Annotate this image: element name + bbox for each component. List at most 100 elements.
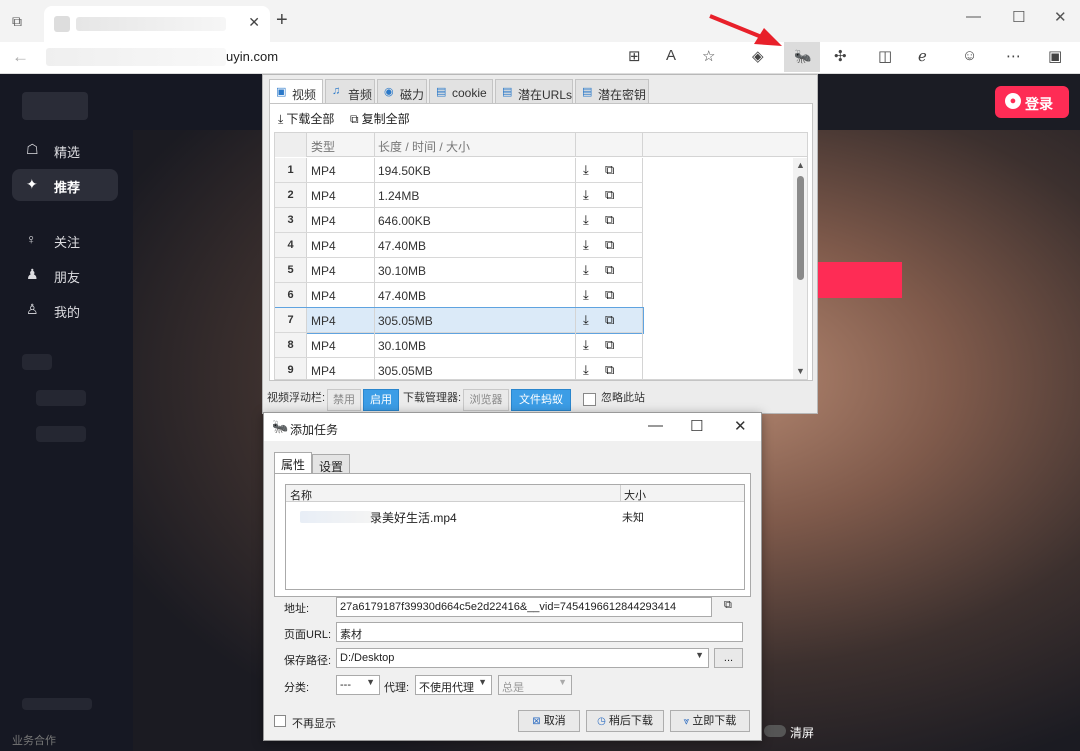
ignore-site-checkbox[interactable] <box>583 393 596 406</box>
download-icon[interactable]: ⤓ <box>583 312 589 328</box>
apps-icon[interactable]: ⊞ <box>628 47 641 65</box>
read-aloud-icon[interactable]: A <box>666 47 676 64</box>
business-link[interactable]: 业务合作 <box>12 732 56 748</box>
download-icon[interactable]: ⤓ <box>583 162 589 178</box>
download-icon[interactable]: ⤓ <box>583 212 589 228</box>
nav-item-friends[interactable]: ♟ 朋友 <box>12 259 118 291</box>
col-type[interactable]: 类型 <box>311 138 335 155</box>
proxy-mode-select[interactable]: 总是 ▼ <box>498 675 572 695</box>
table-row[interactable]: 2 MP4 1.24MB ⤓ ⧉ <box>275 183 643 208</box>
back-icon[interactable]: ← <box>12 47 29 67</box>
col-divider <box>642 183 643 207</box>
table-row[interactable]: 6 MP4 47.40MB ⤓ ⧉ <box>275 283 643 308</box>
ant-extension-button[interactable]: 🐜 <box>784 42 820 72</box>
file-ant-button[interactable]: 文件蚂蚁 <box>511 389 571 411</box>
copy-icon[interactable]: ⧉ <box>605 162 614 178</box>
copy-icon[interactable]: ⧉ <box>605 187 614 203</box>
browser-tab[interactable]: ✕ <box>44 6 270 42</box>
sidebar-toggle-icon[interactable]: ▣ <box>1048 47 1062 65</box>
url-blurred <box>46 48 226 66</box>
table-scrollbar[interactable]: ▲ ▼ <box>793 158 807 379</box>
copy-icon[interactable]: ⧉ <box>605 212 614 228</box>
maximize-icon[interactable]: ☐ <box>1012 8 1025 26</box>
download-icon[interactable]: ⤓ <box>583 337 589 353</box>
url-text[interactable]: uyin.com <box>226 49 278 64</box>
browser-button[interactable]: 浏览器 <box>463 389 509 411</box>
more-icon[interactable]: ⋯ <box>1006 47 1021 65</box>
copy-icon[interactable]: ⧉ <box>605 337 614 353</box>
table-row[interactable]: 8 MP4 30.10MB ⤓ ⧉ <box>275 333 643 358</box>
close-tab-icon[interactable]: ✕ <box>248 14 260 31</box>
enable-button[interactable]: 启用 <box>363 389 399 411</box>
maximize-icon[interactable]: ☐ <box>690 417 703 435</box>
split-screen-icon[interactable]: ◫ <box>878 47 892 65</box>
table-row[interactable]: 4 MP4 47.40MB ⤓ ⧉ <box>275 233 643 258</box>
col-divider <box>620 485 621 502</box>
site-logo[interactable] <box>22 92 88 120</box>
col-size[interactable]: 长度 / 时间 / 大小 <box>378 138 470 155</box>
save-path-select[interactable]: D:/Desktop ▼ <box>336 648 709 668</box>
close-window-icon[interactable]: ✕ <box>1054 8 1067 26</box>
page-url-field[interactable]: 素材 <box>336 622 743 642</box>
tab-magnet[interactable]: ◉ 磁力 <box>377 79 427 103</box>
disable-button[interactable]: 禁用 <box>327 389 361 411</box>
no-show-checkbox[interactable] <box>274 715 286 727</box>
copy-icon[interactable]: ⧉ <box>605 362 614 378</box>
clear-screen-toggle[interactable]: 清屏 <box>764 720 824 742</box>
edge-icon[interactable]: ℯ <box>918 47 927 65</box>
tab-properties[interactable]: 属性 <box>274 452 313 474</box>
tab-label: 潜在URLs <box>518 88 573 102</box>
col-size[interactable]: 大小 <box>624 487 646 503</box>
minimize-icon[interactable]: — <box>966 8 981 25</box>
chevron-down-icon: ▼ <box>558 677 567 687</box>
table-row[interactable]: 7 MP4 305.05MB ⤓ ⧉ <box>275 307 644 334</box>
extensions-puzzle-icon[interactable]: ✣ <box>834 47 847 65</box>
nav-item-featured[interactable]: ☖ 精选 <box>12 134 118 166</box>
table-row[interactable]: 3 MP4 646.00KB ⤓ ⧉ <box>275 208 643 233</box>
copy-icon[interactable]: ⧉ <box>605 312 614 328</box>
copy-icon[interactable]: ⧉ <box>724 599 732 612</box>
download-icon[interactable]: ⤓ <box>583 362 589 378</box>
tab-title-blurred <box>76 17 226 31</box>
scroll-down-icon[interactable]: ▼ <box>796 366 805 376</box>
file-name[interactable]: 录美好生活.mp4 <box>370 509 457 526</box>
scroll-up-icon[interactable]: ▲ <box>796 160 805 170</box>
tab-cookie[interactable]: ▤ cookie <box>429 79 493 103</box>
tab-actions-icon[interactable]: ⧉ <box>12 13 30 31</box>
tab-audio[interactable]: ♫ 音频 <box>325 79 375 103</box>
scroll-thumb[interactable] <box>797 176 804 280</box>
download-all-button[interactable]: ⤓ 下载全部 <box>278 110 334 127</box>
minimize-icon[interactable]: — <box>648 417 663 434</box>
download-icon[interactable]: ⤓ <box>583 287 589 303</box>
download-now-button[interactable]: ⩔ 立即下载 <box>670 710 750 732</box>
tab-settings[interactable]: 设置 <box>312 454 351 474</box>
copy-icon[interactable]: ⧉ <box>605 262 614 278</box>
download-icon[interactable]: ⤓ <box>583 262 589 278</box>
nav-item-me[interactable]: ♙ 我的 <box>12 294 118 326</box>
download-icon[interactable]: ⤓ <box>583 187 589 203</box>
table-row[interactable]: 1 MP4 194.50KB ⤓ ⧉ <box>275 158 643 183</box>
proxy-select[interactable]: 不使用代理 ▼ <box>415 675 492 695</box>
col-name[interactable]: 名称 <box>290 487 312 503</box>
table-row[interactable]: 9 MP4 305.05MB ⤓ ⧉ <box>275 358 643 379</box>
browse-button[interactable]: ... <box>714 648 743 668</box>
address-field[interactable]: 27a6179187f39930d664c5e2d22416&__vid=745… <box>336 597 712 617</box>
new-tab-icon[interactable]: + <box>276 9 288 32</box>
tab-potential-keys[interactable]: ▤ 潜在密钥 <box>575 79 649 103</box>
profile-avatar-icon[interactable]: ☺ <box>962 47 977 64</box>
tab-video[interactable]: ▣ 视频 <box>269 79 323 105</box>
copy-icon[interactable]: ⧉ <box>605 287 614 303</box>
tab-potential-urls[interactable]: ▤ 潜在URLs <box>495 79 573 103</box>
login-button[interactable]: ● 登录 <box>995 86 1069 118</box>
copy-all-button[interactable]: ⧉ 复制全部 <box>350 110 410 127</box>
download-icon[interactable]: ⤓ <box>583 237 589 253</box>
copy-icon[interactable]: ⧉ <box>605 237 614 253</box>
nav-item-recommend[interactable]: ✦ 推荐 <box>12 169 118 201</box>
category-select[interactable]: --- ▼ <box>336 675 380 695</box>
table-row[interactable]: 5 MP4 30.10MB ⤓ ⧉ <box>275 258 643 283</box>
address-bar: ← uyin.com ⊞ A ☆ ◈ ✣ ◫ ℯ ☺ ⋯ ▣ <box>0 42 1080 74</box>
close-icon[interactable]: ✕ <box>734 417 747 435</box>
cancel-button[interactable]: ⊠ 取消 <box>518 710 580 732</box>
download-later-button[interactable]: ◷ 稍后下载 <box>586 710 664 732</box>
nav-item-follow[interactable]: ♀ 关注 <box>12 224 118 256</box>
